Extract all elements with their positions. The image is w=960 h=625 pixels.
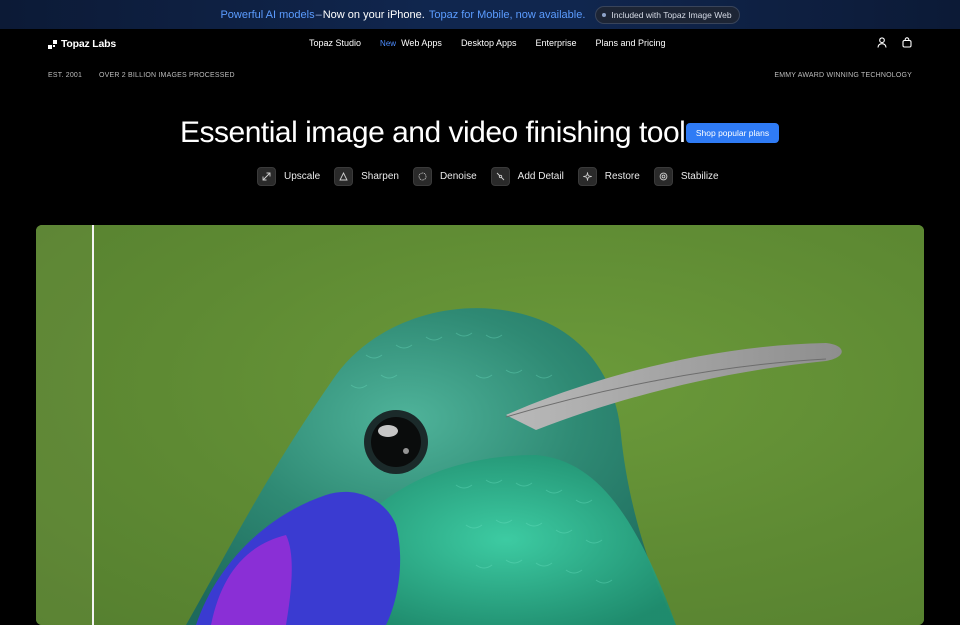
tool-restore[interactable]: Restore xyxy=(577,167,640,186)
topaz-logo[interactable]: Topaz Labs xyxy=(48,38,116,50)
shop-plans-button[interactable]: Shop popular plans xyxy=(686,123,779,143)
nav-menu: Topaz Studio New Web Apps Desktop Apps E… xyxy=(309,38,685,48)
hummingbird-illustration xyxy=(186,308,842,625)
tool-label: Sharpen xyxy=(361,171,399,182)
tool-label: Denoise xyxy=(439,171,477,182)
tool-label: Stabilize xyxy=(680,171,719,182)
tool-sharpen[interactable]: Sharpen xyxy=(334,167,399,186)
nav-item-topaz-studio[interactable]: Topaz Studio xyxy=(309,38,361,48)
main-nav: Topaz Labs Topaz Studio New Web Apps Des… xyxy=(0,29,960,58)
announcement-models-text[interactable]: Powerful AI models xyxy=(220,9,314,21)
tool-label: Upscale xyxy=(284,171,321,182)
account-icon[interactable] xyxy=(877,37,887,48)
established-text: EST. 2001 xyxy=(48,72,83,79)
tool-stabilize[interactable]: Stabilize xyxy=(653,167,719,186)
included-badge[interactable]: Included with Topaz Image Web xyxy=(595,5,740,24)
topaz-logo-icon xyxy=(48,39,57,49)
announcement-iphone-text: Now on your iPhone. xyxy=(322,8,425,21)
tool-upscale[interactable]: Upscale xyxy=(257,167,320,186)
badge-dot-icon xyxy=(602,12,607,17)
before-side-overlay xyxy=(36,225,93,625)
upscale-icon xyxy=(257,167,276,186)
nav-item-plans-pricing[interactable]: Plans and Pricing xyxy=(596,38,666,48)
tool-denoise[interactable]: Denoise xyxy=(412,167,477,186)
logo-text: Topaz Labs xyxy=(61,38,116,50)
restore-icon xyxy=(577,167,597,186)
hero-title: Essential image and video finishing tool… xyxy=(180,116,708,149)
tool-label: Restore xyxy=(604,171,640,182)
denoise-icon xyxy=(412,167,432,186)
sharpen-icon xyxy=(334,167,354,186)
emmy-award-text: EMMY AWARD WINNING TECHNOLOGY xyxy=(774,72,912,79)
images-processed-text: OVER 2 BILLION IMAGES PROCESSED xyxy=(99,72,235,79)
add-detail-icon xyxy=(490,167,510,186)
stabilize-icon xyxy=(653,167,673,186)
announcement-dash: – xyxy=(315,8,322,21)
nav-icons xyxy=(877,37,912,48)
comparison-slider-handle[interactable] xyxy=(92,225,94,625)
tool-label: Add Detail xyxy=(517,171,564,182)
announcement-bar[interactable]: Powerful AI models – Now on your iPhone.… xyxy=(0,0,960,29)
announcement-mobile-link[interactable]: Topaz for Mobile, now available. xyxy=(429,9,586,21)
badge-label: Included with Topaz Image Web xyxy=(611,9,732,20)
nav-item-desktop-apps[interactable]: Desktop Apps xyxy=(461,38,517,48)
nav-item-web-apps[interactable]: Web Apps xyxy=(401,38,442,48)
hummingbird-comparison-image[interactable] xyxy=(36,225,924,625)
nav-item-enterprise[interactable]: Enterprise xyxy=(535,38,576,48)
cart-icon[interactable] xyxy=(902,37,912,48)
new-badge: New xyxy=(380,38,397,48)
tool-add-detail[interactable]: Add Detail xyxy=(490,167,564,186)
tool-list: Upscale Sharpen Denoise Add Detail Resto… xyxy=(257,167,733,186)
